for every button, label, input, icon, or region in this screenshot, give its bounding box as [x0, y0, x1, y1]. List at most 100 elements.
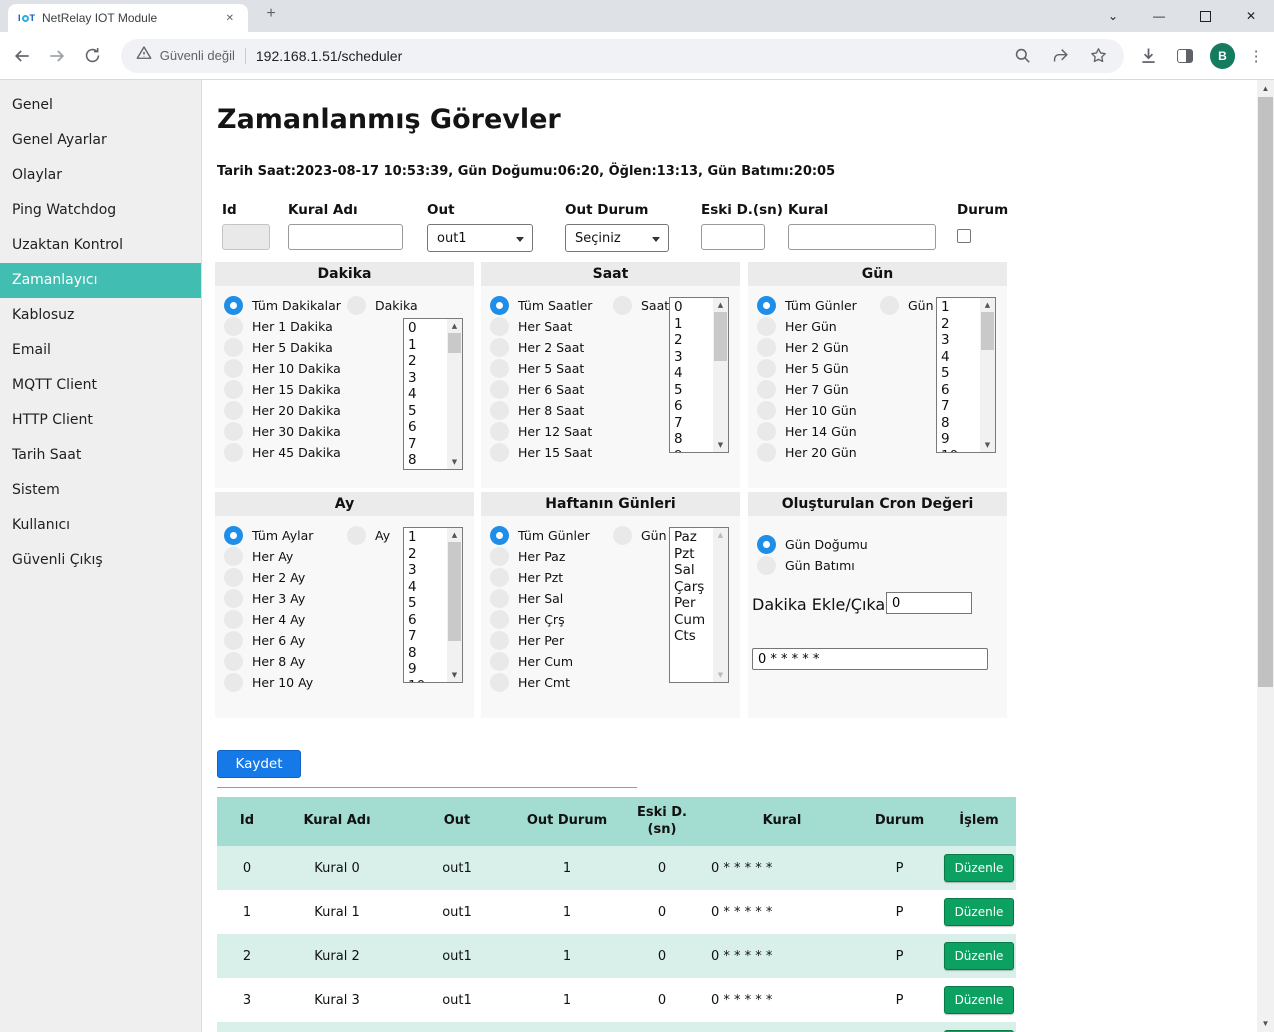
radio-option-t-m-dakikalar[interactable]: Tüm Dakikalar: [224, 295, 341, 316]
radio-button[interactable]: [490, 673, 509, 692]
radio-option-her-3-ay[interactable]: Her 3 Ay: [224, 588, 313, 609]
radio-button[interactable]: [613, 526, 632, 545]
list-option[interactable]: 1: [408, 529, 447, 546]
radio-button[interactable]: [490, 359, 509, 378]
scroll-down-arrow-icon[interactable]: ▼: [713, 668, 728, 682]
list-option[interactable]: 4: [408, 579, 447, 596]
scrollbar-thumb[interactable]: [1258, 97, 1273, 687]
radio-option-her-7-g-n[interactable]: Her 7 Gün: [757, 379, 857, 400]
radio-option-her-4-ay[interactable]: Her 4 Ay: [224, 609, 313, 630]
sidebar-item-mqtt-client[interactable]: MQTT Client: [0, 368, 201, 403]
radio-option-her-6-saat[interactable]: Her 6 Saat: [490, 379, 592, 400]
radio-button[interactable]: [224, 631, 243, 650]
scroll-down-arrow-icon[interactable]: ▼: [447, 668, 462, 682]
radio-option-her-15-saat[interactable]: Her 15 Saat: [490, 442, 592, 463]
list-radio-option[interactable]: Ay: [347, 525, 390, 546]
day-listbox[interactable]: 12345678910▲▼: [936, 297, 996, 453]
search-icon[interactable]: [1012, 45, 1034, 67]
radio-button[interactable]: [490, 589, 509, 608]
forward-icon[interactable]: [46, 44, 70, 68]
radio-option-her-sal[interactable]: Her Sal: [490, 588, 590, 609]
sidebar-item-kablosuz[interactable]: Kablosuz: [0, 298, 201, 333]
list-option[interactable]: 1: [408, 337, 447, 354]
radio-button[interactable]: [224, 547, 243, 566]
radio-option-her-5-dakika[interactable]: Her 5 Dakika: [224, 337, 341, 358]
list-option[interactable]: 2: [674, 332, 713, 349]
radio-button[interactable]: [757, 401, 776, 420]
radio-option-her-20-g-n[interactable]: Her 20 Gün: [757, 442, 857, 463]
list-option[interactable]: 0: [408, 320, 447, 337]
share-icon[interactable]: [1050, 45, 1072, 67]
list-option[interactable]: 9: [408, 469, 447, 470]
radio-button[interactable]: [757, 535, 776, 554]
list-option[interactable]: 7: [408, 436, 447, 453]
list-option[interactable]: 3: [674, 349, 713, 366]
list-option[interactable]: 6: [674, 398, 713, 415]
radio-button[interactable]: [490, 547, 509, 566]
address-bar[interactable]: Güvenli değil 192.168.1.51/scheduler: [121, 39, 1124, 73]
radio-button[interactable]: [490, 401, 509, 420]
radio-option-her-2-ay[interactable]: Her 2 Ay: [224, 567, 313, 588]
radio-option-her-10-dakika[interactable]: Her 10 Dakika: [224, 358, 341, 379]
old-delay-input[interactable]: [701, 224, 765, 250]
window-maximize-button[interactable]: [1182, 0, 1228, 32]
list-radio-option[interactable]: Gün: [880, 295, 934, 316]
radio-button[interactable]: [224, 380, 243, 399]
sidebar-item-genel[interactable]: Genel: [0, 88, 201, 123]
sidebar-item-kullan-c[interactable]: Kullanıcı: [0, 508, 201, 543]
radio-option-her-20-dakika[interactable]: Her 20 Dakika: [224, 400, 341, 421]
state-checkbox[interactable]: [957, 229, 971, 243]
radio-option-her-10-ay[interactable]: Her 10 Ay: [224, 672, 313, 693]
radio-button[interactable]: [490, 422, 509, 441]
page-scrollbar[interactable]: ▲ ▼: [1257, 80, 1274, 1032]
list-option[interactable]: 6: [941, 382, 980, 399]
listbox-scrollbar[interactable]: ▲▼: [447, 528, 462, 682]
scrollbar-thumb[interactable]: [448, 333, 461, 353]
list-option[interactable]: 1: [674, 316, 713, 333]
radio-option-her-14-g-n[interactable]: Her 14 Gün: [757, 421, 857, 442]
edit-rule-button[interactable]: Düzenle: [944, 942, 1015, 970]
list-option[interactable]: Pzt: [674, 546, 713, 563]
list-radio-option[interactable]: Saat: [613, 295, 669, 316]
new-tab-button[interactable]: +: [261, 5, 281, 23]
out-state-select[interactable]: Seçiniz: [565, 224, 669, 252]
radio-button[interactable]: [224, 296, 243, 315]
downloads-icon[interactable]: [1137, 44, 1161, 68]
radio-button[interactable]: [224, 359, 243, 378]
reload-icon[interactable]: [81, 44, 105, 68]
radio-option-her-5-saat[interactable]: Her 5 Saat: [490, 358, 592, 379]
radio-option-t-m-g-nler[interactable]: Tüm Günler: [490, 525, 590, 546]
radio-button[interactable]: [757, 556, 776, 575]
radio-button[interactable]: [757, 422, 776, 441]
list-option[interactable]: 3: [408, 370, 447, 387]
radio-button[interactable]: [613, 296, 632, 315]
scroll-down-arrow-icon[interactable]: ▼: [1257, 1015, 1274, 1032]
list-option[interactable]: 6: [408, 419, 447, 436]
cron-value-input[interactable]: [752, 648, 988, 670]
bookmark-star-icon[interactable]: [1088, 45, 1110, 67]
list-option[interactable]: Cts: [674, 628, 713, 645]
scroll-up-arrow-icon[interactable]: ▲: [713, 298, 728, 312]
list-option[interactable]: 6: [408, 612, 447, 629]
radio-option-her-cmt[interactable]: Her Cmt: [490, 672, 590, 693]
radio-button[interactable]: [224, 673, 243, 692]
sidebar-item-g-venli-k[interactable]: Güvenli Çıkış: [0, 543, 201, 578]
list-option[interactable]: 5: [941, 365, 980, 382]
list-option[interactable]: 5: [408, 595, 447, 612]
list-option[interactable]: 2: [941, 316, 980, 333]
radio-button[interactable]: [490, 652, 509, 671]
listbox-scrollbar[interactable]: ▲▼: [713, 298, 728, 452]
minute-listbox[interactable]: 0123456789▲▼: [403, 318, 463, 470]
sidebar-item-uzaktan-kontrol[interactable]: Uzaktan Kontrol: [0, 228, 201, 263]
list-option[interactable]: 2: [408, 546, 447, 563]
radio-button[interactable]: [490, 380, 509, 399]
window-minimize-button[interactable]: —: [1136, 0, 1182, 32]
radio-button[interactable]: [224, 338, 243, 357]
list-option[interactable]: Paz: [674, 529, 713, 546]
list-option[interactable]: 8: [941, 415, 980, 432]
out-select[interactable]: out1: [427, 224, 533, 252]
radio-button[interactable]: [490, 526, 509, 545]
radio-button[interactable]: [757, 359, 776, 378]
radio-button[interactable]: [490, 610, 509, 629]
radio-button[interactable]: [490, 568, 509, 587]
